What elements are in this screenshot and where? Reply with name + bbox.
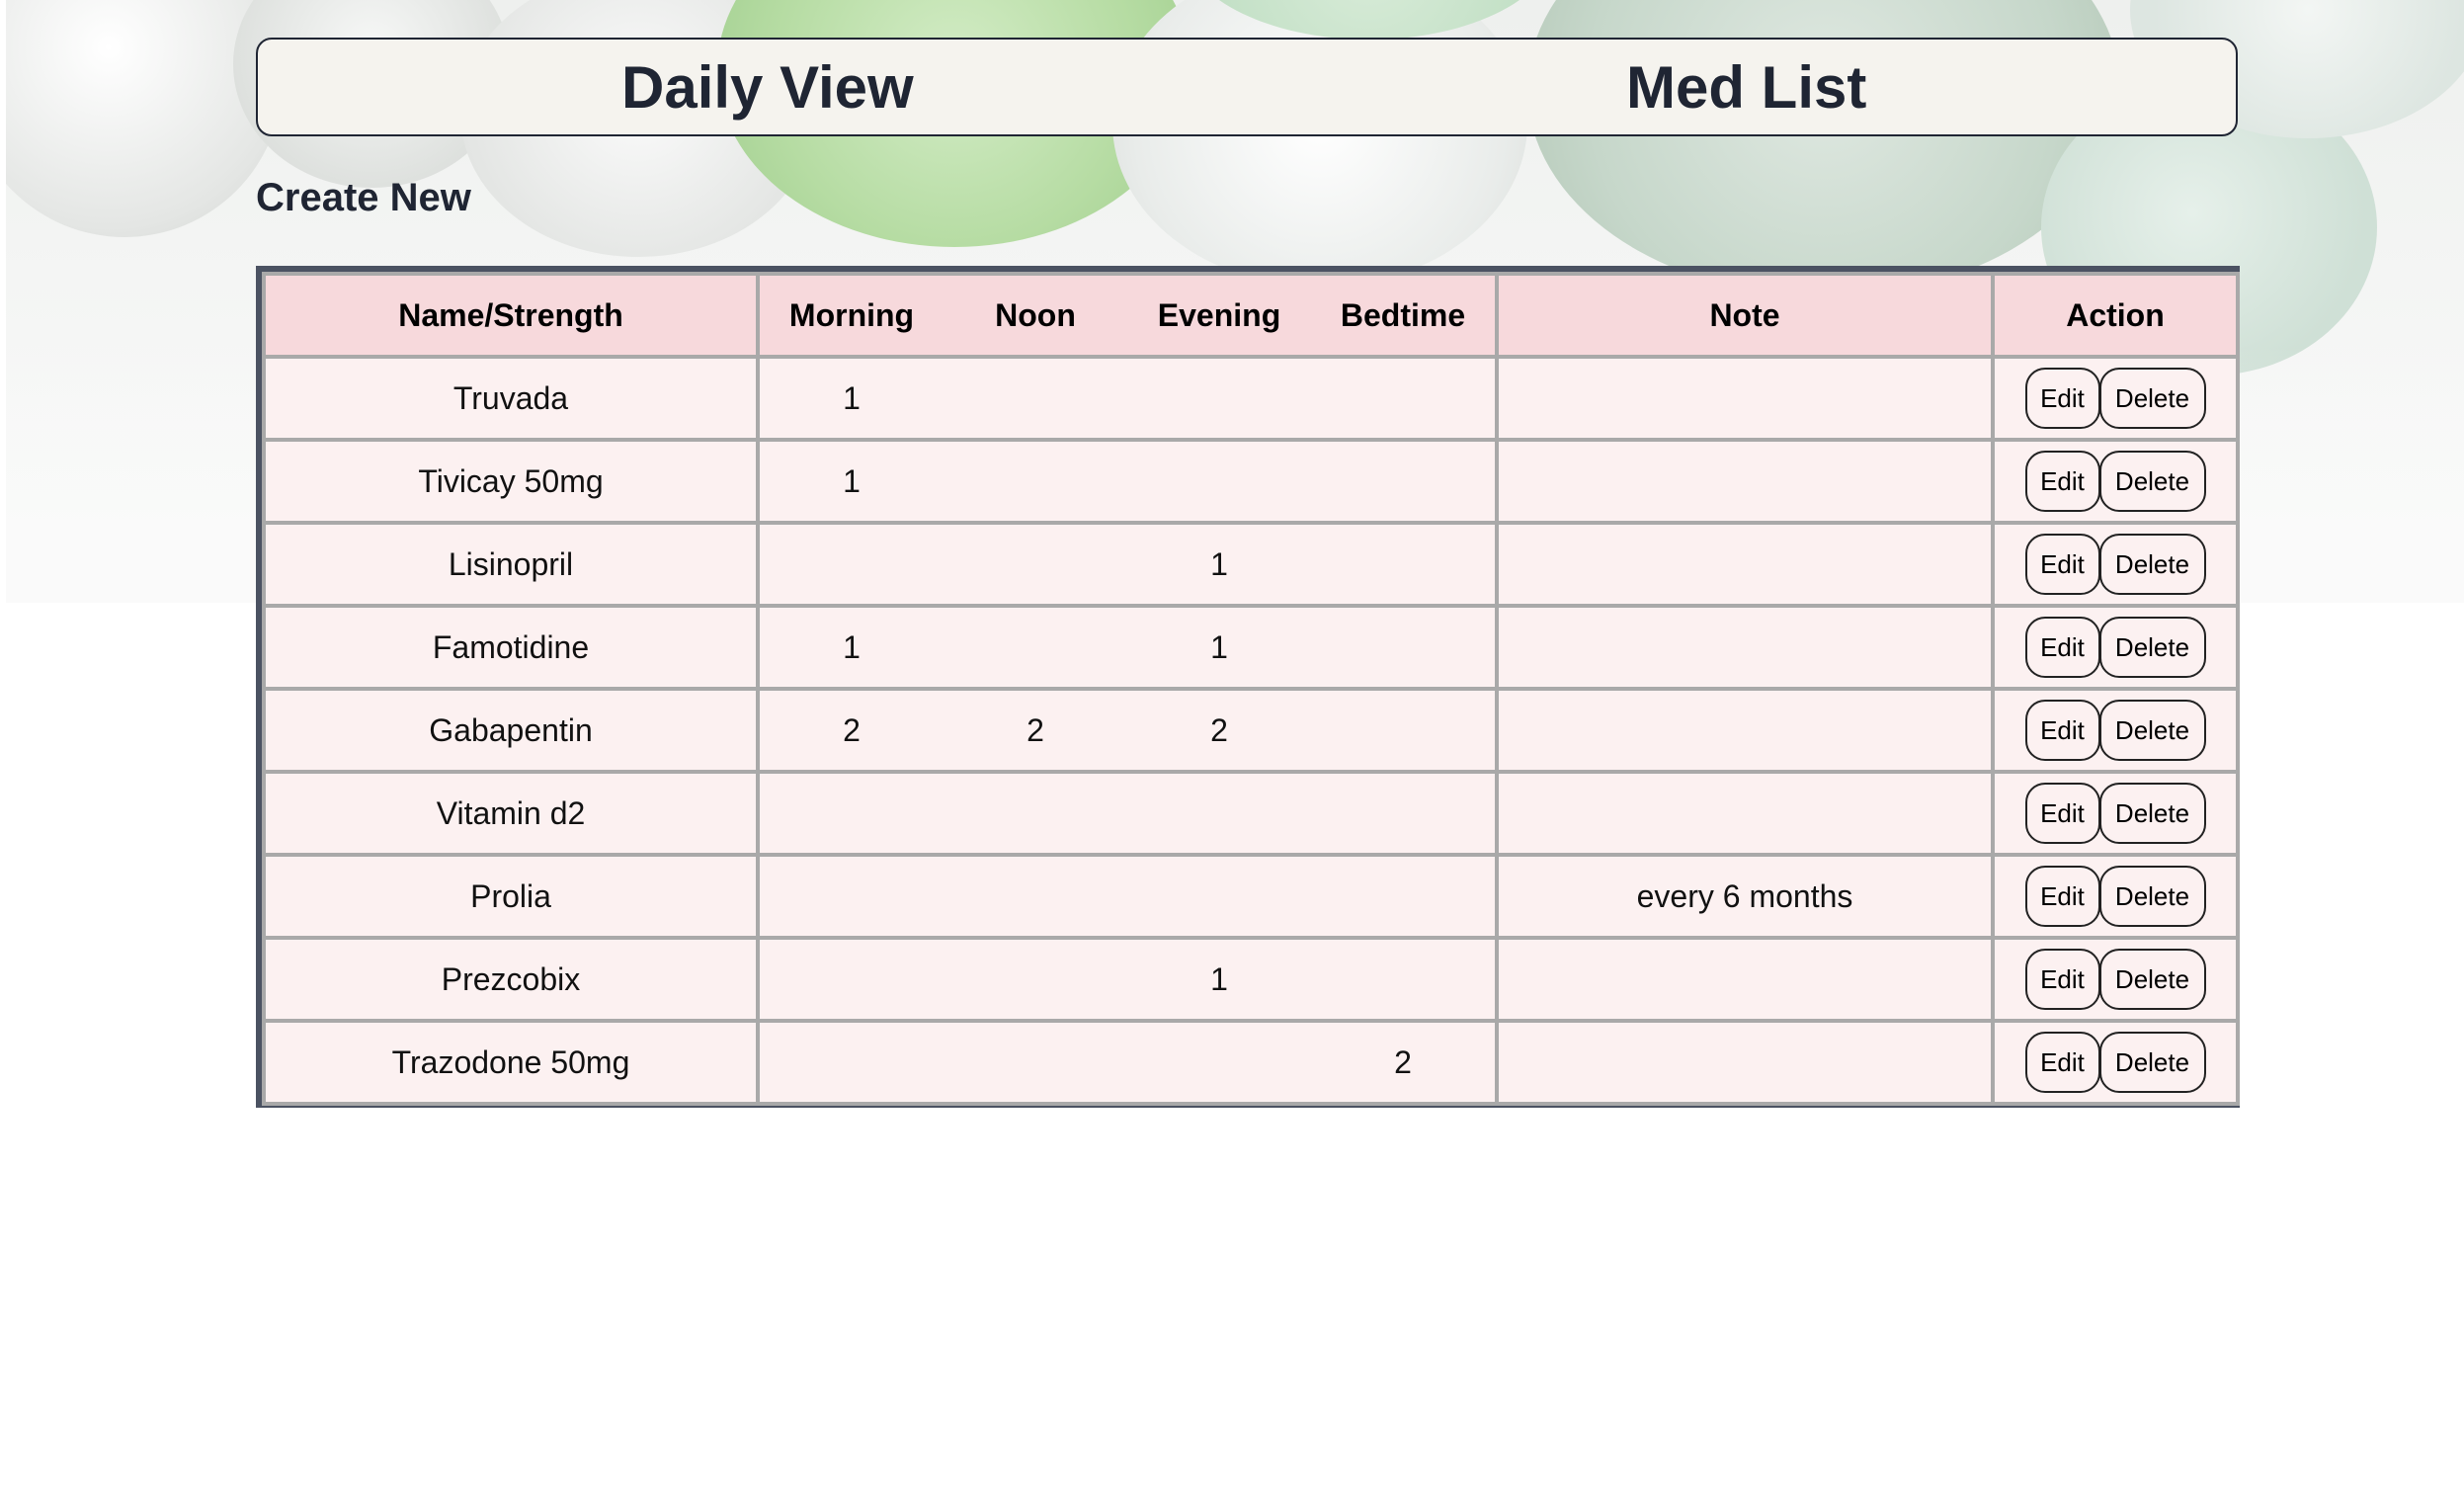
delete-button[interactable]: Delete — [2098, 534, 2206, 595]
morning-dose: 1 — [843, 462, 861, 499]
table-row: Prolia every 6 months Edit Delete — [266, 857, 2236, 936]
delete-button[interactable]: Delete — [2098, 617, 2206, 678]
edit-button[interactable]: Edit — [2024, 783, 2100, 844]
table-row: Prezcobix 1 Edit Delete — [266, 940, 2236, 1019]
evening-dose: 2 — [1210, 711, 1228, 748]
noon-dose: 2 — [1027, 711, 1044, 748]
delete-button[interactable]: Delete — [2098, 949, 2206, 1010]
dose-cell: 1 — [760, 940, 1495, 1019]
med-name-cell: Prezcobix — [266, 940, 756, 1019]
action-cell: Edit Delete — [1995, 857, 2236, 936]
med-name-cell: Tivicay 50mg — [266, 442, 756, 521]
bedtime-dose: 2 — [1394, 1043, 1412, 1080]
morning-dose: 1 — [843, 379, 861, 416]
delete-button[interactable]: Delete — [2098, 700, 2206, 761]
header-evening: Evening — [1157, 296, 1281, 333]
delete-button[interactable]: Delete — [2098, 368, 2206, 429]
dose-cell — [760, 774, 1495, 853]
header-note: Note — [1499, 276, 1991, 355]
action-cell: Edit Delete — [1995, 525, 2236, 604]
medication-table: Name/Strength Morning Noon Evening Bedti… — [262, 272, 2240, 1106]
edit-button[interactable]: Edit — [2024, 368, 2100, 429]
table-row: Truvada 1 Edit Delete — [266, 359, 2236, 438]
edit-button[interactable]: Edit — [2024, 617, 2100, 678]
nav-med-list-link[interactable]: Med List — [1231, 40, 2236, 134]
delete-button[interactable]: Delete — [2098, 451, 2206, 512]
table-row: Vitamin d2 Edit Delete — [266, 774, 2236, 853]
action-cell: Edit Delete — [1995, 608, 2236, 687]
edit-button[interactable]: Edit — [2024, 534, 2100, 595]
note-cell — [1499, 442, 1991, 521]
note-cell — [1499, 940, 1991, 1019]
morning-dose: 1 — [843, 628, 861, 665]
action-cell: Edit Delete — [1995, 691, 2236, 770]
evening-dose: 1 — [1210, 628, 1228, 665]
dose-cell: 11 — [760, 608, 1495, 687]
dose-cell: 2 2 2 — [760, 691, 1495, 770]
dose-cell: 1 — [760, 442, 1495, 521]
dose-cell: 2 — [760, 1023, 1495, 1102]
med-name-cell: Trazodone 50mg — [266, 1023, 756, 1102]
table-row: Tivicay 50mg 1 Edit Delete — [266, 442, 2236, 521]
create-new-link[interactable]: Create New — [256, 176, 471, 220]
evening-dose: 1 — [1210, 545, 1228, 582]
action-cell: Edit Delete — [1995, 442, 2236, 521]
delete-button[interactable]: Delete — [2098, 866, 2206, 927]
edit-button[interactable]: Edit — [2024, 1032, 2100, 1093]
table-row: Famotidine 1 1 Edit Delete — [266, 608, 2236, 687]
edit-button[interactable]: Edit — [2024, 700, 2100, 761]
note-cell — [1499, 691, 1991, 770]
action-cell: Edit Delete — [1995, 1023, 2236, 1102]
header-dose-times: Morning Noon Evening Bedtime — [760, 276, 1495, 355]
top-nav: Daily View Med List — [256, 38, 2238, 136]
med-name-cell: Gabapentin — [266, 691, 756, 770]
med-name-cell: Vitamin d2 — [266, 774, 756, 853]
table-row: Lisinopril 1 Edit Delete — [266, 525, 2236, 604]
header-name-strength: Name/Strength — [266, 276, 756, 355]
dose-cell — [760, 857, 1495, 936]
evening-dose: 1 — [1210, 960, 1228, 997]
table-row: Trazodone 50mg 2 Edit Delete — [266, 1023, 2236, 1102]
edit-button[interactable]: Edit — [2024, 949, 2100, 1010]
note-cell — [1499, 774, 1991, 853]
note-cell: every 6 months — [1499, 857, 1991, 936]
morning-dose: 2 — [843, 711, 861, 748]
med-name-cell: Prolia — [266, 857, 756, 936]
header-morning: Morning — [788, 296, 915, 333]
action-cell: Edit Delete — [1995, 774, 2236, 853]
med-name-cell: Lisinopril — [266, 525, 756, 604]
header-action: Action — [1995, 276, 2236, 355]
delete-button[interactable]: Delete — [2098, 783, 2206, 844]
note-cell — [1499, 608, 1991, 687]
edit-button[interactable]: Edit — [2024, 866, 2100, 927]
note-cell — [1499, 359, 1991, 438]
header-bedtime: Bedtime — [1340, 296, 1466, 333]
delete-button[interactable]: Delete — [2098, 1032, 2206, 1093]
header-noon: Noon — [995, 296, 1076, 333]
dose-cell: 1 — [760, 525, 1495, 604]
action-cell: Edit Delete — [1995, 940, 2236, 1019]
edit-button[interactable]: Edit — [2024, 451, 2100, 512]
med-name-cell: Famotidine — [266, 608, 756, 687]
table-header-row: Name/Strength Morning Noon Evening Bedti… — [266, 276, 2236, 355]
note-cell — [1499, 1023, 1991, 1102]
dose-cell: 1 — [760, 359, 1495, 438]
table-row: Gabapentin 2 2 2 Edit Delete — [266, 691, 2236, 770]
medication-table-container: Name/Strength Morning Noon Evening Bedti… — [256, 266, 2240, 1108]
nav-daily-view-link[interactable]: Daily View — [258, 40, 1231, 134]
med-name-cell: Truvada — [266, 359, 756, 438]
note-cell — [1499, 525, 1991, 604]
action-cell: Edit Delete — [1995, 359, 2236, 438]
